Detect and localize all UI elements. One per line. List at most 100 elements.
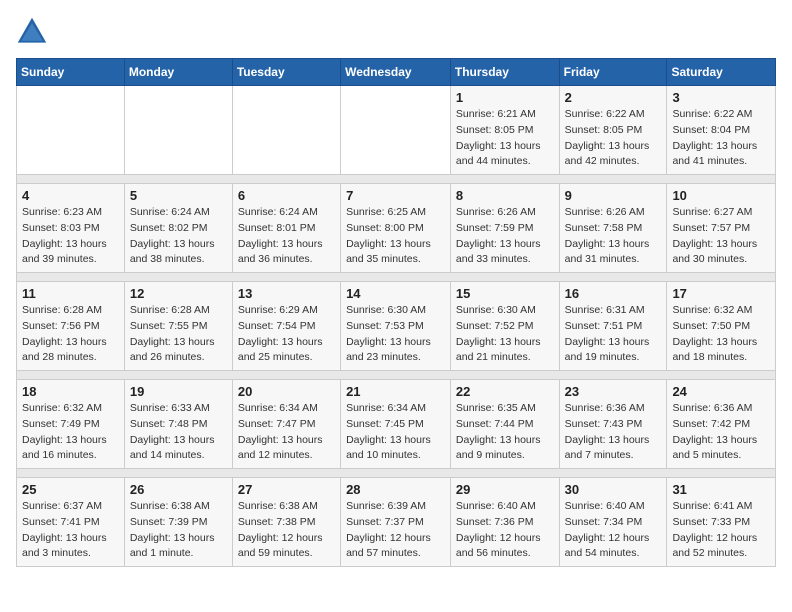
week-separator — [17, 175, 776, 184]
day-number: 22 — [456, 384, 554, 399]
calendar-cell: 26Sunrise: 6:38 AM Sunset: 7:39 PM Dayli… — [124, 478, 232, 567]
day-info: Sunrise: 6:37 AM Sunset: 7:41 PM Dayligh… — [22, 499, 119, 562]
calendar-cell: 31Sunrise: 6:41 AM Sunset: 7:33 PM Dayli… — [667, 478, 776, 567]
day-info: Sunrise: 6:27 AM Sunset: 7:57 PM Dayligh… — [672, 205, 770, 268]
calendar-week-row: 18Sunrise: 6:32 AM Sunset: 7:49 PM Dayli… — [17, 380, 776, 469]
week-separator — [17, 469, 776, 478]
calendar-week-row: 11 Sunrise: 6:28 AM Sunset: 7:56 PM Dayli… — [17, 282, 776, 371]
day-info: Sunrise: 6:34 AM Sunset: 7:47 PM Dayligh… — [238, 401, 335, 464]
day-info: Sunrise: 6:21 AM Sunset: 8:05 PM Dayligh… — [456, 107, 554, 170]
day-number: 12 — [130, 286, 227, 301]
calendar-cell: 9 Sunrise: 6:26 AM Sunset: 7:58 PM Daylig… — [559, 184, 667, 273]
calendar-week-row: 25Sunrise: 6:37 AM Sunset: 7:41 PM Dayli… — [17, 478, 776, 567]
calendar-cell: 18Sunrise: 6:32 AM Sunset: 7:49 PM Dayli… — [17, 380, 125, 469]
calendar-week-row: 1 Sunrise: 6:21 AM Sunset: 8:05 PM Daylig… — [17, 86, 776, 175]
day-number: 20 — [238, 384, 335, 399]
day-number: 19 — [130, 384, 227, 399]
calendar-cell: 14 Sunrise: 6:30 AM Sunset: 7:53 PM Dayli… — [341, 282, 451, 371]
day-info: Sunrise: 6:24 AM Sunset: 8:02 PM Dayligh… — [130, 205, 227, 268]
day-number: 14 — [346, 286, 445, 301]
day-info: Sunrise: 6:40 AM Sunset: 7:34 PM Dayligh… — [565, 499, 662, 562]
calendar-cell: 5 Sunrise: 6:24 AM Sunset: 8:02 PM Daylig… — [124, 184, 232, 273]
calendar-cell: 10 Sunrise: 6:27 AM Sunset: 7:57 PM Dayli… — [667, 184, 776, 273]
calendar-cell: 20 Sunrise: 6:34 AM Sunset: 7:47 PM Dayli… — [232, 380, 340, 469]
day-number: 28 — [346, 482, 445, 497]
calendar-cell: 12 Sunrise: 6:28 AM Sunset: 7:55 PM Dayli… — [124, 282, 232, 371]
week-separator — [17, 371, 776, 380]
day-info: Sunrise: 6:36 AM Sunset: 7:43 PM Dayligh… — [565, 401, 662, 464]
day-header-thursday: Thursday — [450, 59, 559, 86]
day-info: Sunrise: 6:29 AM Sunset: 7:54 PM Dayligh… — [238, 303, 335, 366]
day-info: Sunrise: 6:25 AM Sunset: 8:00 PM Dayligh… — [346, 205, 445, 268]
day-info: Sunrise: 6:34 AM Sunset: 7:45 PM Dayligh… — [346, 401, 445, 464]
day-info: Sunrise: 6:31 AM Sunset: 7:51 PM Dayligh… — [565, 303, 662, 366]
calendar-cell: 28 Sunrise: 6:39 AM Sunset: 7:37 PM Dayli… — [341, 478, 451, 567]
day-info: Sunrise: 6:28 AM Sunset: 7:56 PM Dayligh… — [22, 303, 119, 366]
week-separator — [17, 273, 776, 282]
calendar-cell — [17, 86, 125, 175]
day-number: 15 — [456, 286, 554, 301]
day-info: Sunrise: 6:32 AM Sunset: 7:50 PM Dayligh… — [672, 303, 770, 366]
day-number: 10 — [672, 188, 770, 203]
day-number: 29 — [456, 482, 554, 497]
day-header-friday: Friday — [559, 59, 667, 86]
day-info: Sunrise: 6:33 AM Sunset: 7:48 PM Dayligh… — [130, 401, 227, 464]
calendar-cell: 13Sunrise: 6:29 AM Sunset: 7:54 PM Dayli… — [232, 282, 340, 371]
page-header — [16, 16, 776, 48]
day-info: Sunrise: 6:26 AM Sunset: 7:58 PM Dayligh… — [565, 205, 662, 268]
calendar-cell: 24 Sunrise: 6:36 AM Sunset: 7:42 PM Dayli… — [667, 380, 776, 469]
calendar-cell: 29 Sunrise: 6:40 AM Sunset: 7:36 PM Dayli… — [450, 478, 559, 567]
calendar-cell: 25Sunrise: 6:37 AM Sunset: 7:41 PM Dayli… — [17, 478, 125, 567]
calendar-table: SundayMondayTuesdayWednesdayThursdayFrid… — [16, 58, 776, 567]
day-number: 17 — [672, 286, 770, 301]
calendar-cell: 27 Sunrise: 6:38 AM Sunset: 7:38 PM Dayli… — [232, 478, 340, 567]
day-info: Sunrise: 6:41 AM Sunset: 7:33 PM Dayligh… — [672, 499, 770, 562]
day-number: 5 — [130, 188, 227, 203]
day-number: 1 — [456, 90, 554, 105]
day-info: Sunrise: 6:36 AM Sunset: 7:42 PM Dayligh… — [672, 401, 770, 464]
day-header-monday: Monday — [124, 59, 232, 86]
day-number: 30 — [565, 482, 662, 497]
day-info: Sunrise: 6:26 AM Sunset: 7:59 PM Dayligh… — [456, 205, 554, 268]
calendar-cell: 17 Sunrise: 6:32 AM Sunset: 7:50 PM Dayli… — [667, 282, 776, 371]
day-number: 16 — [565, 286, 662, 301]
day-number: 7 — [346, 188, 445, 203]
calendar-cell: 3Sunrise: 6:22 AM Sunset: 8:04 PM Daylig… — [667, 86, 776, 175]
calendar-cell — [124, 86, 232, 175]
calendar-cell: 16 Sunrise: 6:31 AM Sunset: 7:51 PM Dayli… — [559, 282, 667, 371]
calendar-cell: 1 Sunrise: 6:21 AM Sunset: 8:05 PM Daylig… — [450, 86, 559, 175]
calendar-cell: 22 Sunrise: 6:35 AM Sunset: 7:44 PM Dayli… — [450, 380, 559, 469]
day-info: Sunrise: 6:28 AM Sunset: 7:55 PM Dayligh… — [130, 303, 227, 366]
calendar-cell: 8Sunrise: 6:26 AM Sunset: 7:59 PM Daylig… — [450, 184, 559, 273]
day-info: Sunrise: 6:40 AM Sunset: 7:36 PM Dayligh… — [456, 499, 554, 562]
day-header-saturday: Saturday — [667, 59, 776, 86]
calendar-cell: 4 Sunrise: 6:23 AM Sunset: 8:03 PM Daylig… — [17, 184, 125, 273]
day-number: 9 — [565, 188, 662, 203]
day-info: Sunrise: 6:35 AM Sunset: 7:44 PM Dayligh… — [456, 401, 554, 464]
day-info: Sunrise: 6:38 AM Sunset: 7:39 PM Dayligh… — [130, 499, 227, 562]
day-number: 11 — [22, 286, 119, 301]
logo-icon — [16, 16, 48, 48]
calendar-cell — [341, 86, 451, 175]
day-number: 4 — [22, 188, 119, 203]
day-info: Sunrise: 6:39 AM Sunset: 7:37 PM Dayligh… — [346, 499, 445, 562]
logo — [16, 16, 52, 48]
day-info: Sunrise: 6:23 AM Sunset: 8:03 PM Dayligh… — [22, 205, 119, 268]
day-info: Sunrise: 6:38 AM Sunset: 7:38 PM Dayligh… — [238, 499, 335, 562]
calendar-cell: 30 Sunrise: 6:40 AM Sunset: 7:34 PM Dayli… — [559, 478, 667, 567]
calendar-cell: 2Sunrise: 6:22 AM Sunset: 8:05 PM Daylig… — [559, 86, 667, 175]
calendar-cell: 21 Sunrise: 6:34 AM Sunset: 7:45 PM Dayli… — [341, 380, 451, 469]
day-number: 21 — [346, 384, 445, 399]
day-number: 23 — [565, 384, 662, 399]
day-number: 2 — [565, 90, 662, 105]
calendar-header-row: SundayMondayTuesdayWednesdayThursdayFrid… — [17, 59, 776, 86]
day-number: 27 — [238, 482, 335, 497]
day-info: Sunrise: 6:30 AM Sunset: 7:53 PM Dayligh… — [346, 303, 445, 366]
day-number: 24 — [672, 384, 770, 399]
calendar-week-row: 4 Sunrise: 6:23 AM Sunset: 8:03 PM Daylig… — [17, 184, 776, 273]
day-number: 3 — [672, 90, 770, 105]
calendar-cell: 19 Sunrise: 6:33 AM Sunset: 7:48 PM Dayli… — [124, 380, 232, 469]
calendar-cell: 23 Sunrise: 6:36 AM Sunset: 7:43 PM Dayli… — [559, 380, 667, 469]
day-number: 6 — [238, 188, 335, 203]
day-header-sunday: Sunday — [17, 59, 125, 86]
